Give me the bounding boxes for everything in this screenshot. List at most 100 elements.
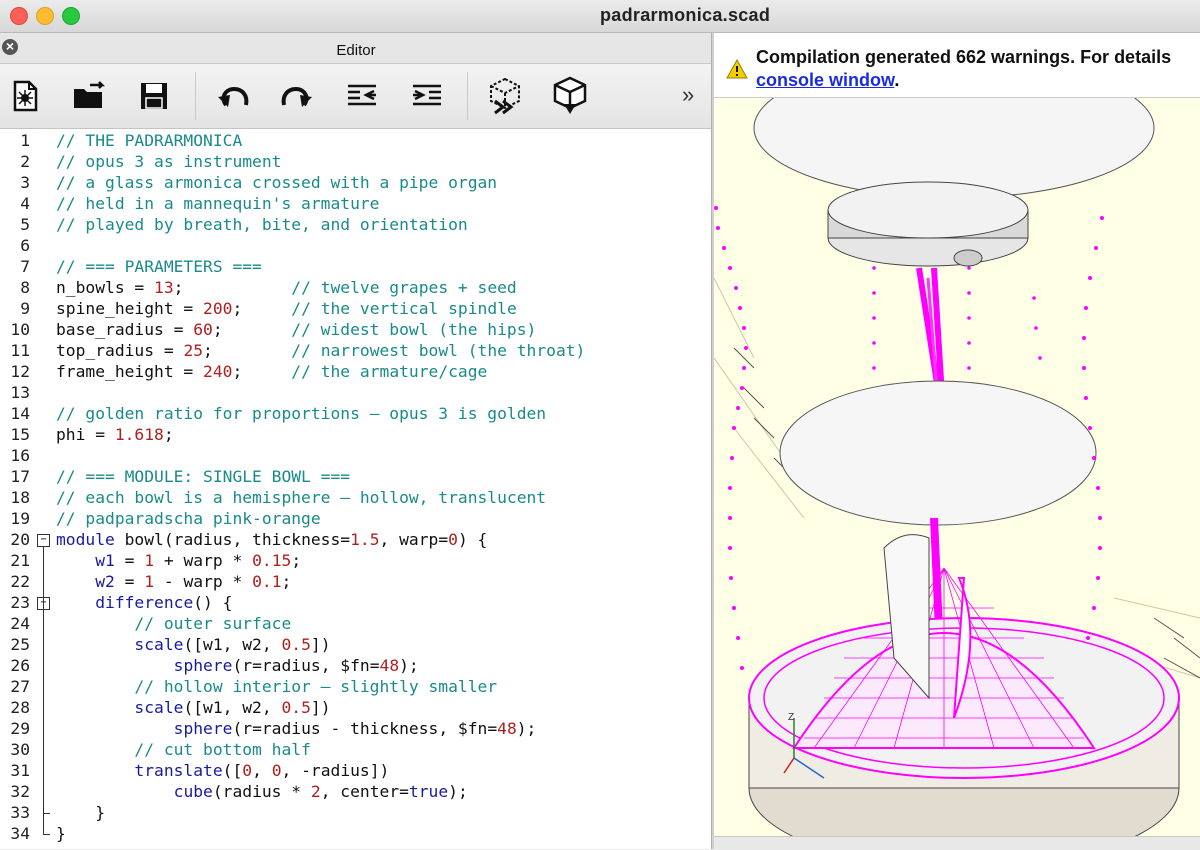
code-line: 13	[0, 382, 712, 403]
warning-suffix: .	[894, 70, 900, 90]
render-icon[interactable]	[550, 76, 590, 116]
line-number: 31	[10, 761, 30, 780]
line-number: 17	[10, 467, 30, 486]
code-line: 30 // cut bottom half	[0, 739, 712, 760]
toolbar-separator	[467, 72, 468, 120]
minimize-window-button[interactable]	[36, 7, 54, 25]
toolbar-overflow-button[interactable]: »	[682, 82, 694, 108]
close-window-button[interactable]	[10, 7, 28, 25]
toolbar-separator	[195, 72, 196, 120]
code-line: 25 scale([w1, w2, 0.5])	[0, 634, 712, 655]
line-number: 14	[10, 404, 30, 423]
line-number: 4	[20, 194, 30, 213]
code-line: 1// THE PADRARMONICA	[0, 130, 712, 151]
line-number: 19	[10, 509, 30, 528]
editor-header: × Editor	[0, 33, 712, 64]
redo-icon[interactable]	[277, 76, 317, 116]
line-number: 8	[20, 278, 30, 297]
code-line: 12 frame_height = 240; // the armature/ca…	[0, 361, 712, 382]
open-folder-icon[interactable]	[70, 76, 110, 116]
code-line: 23 difference() {	[0, 592, 712, 613]
fold-guide	[43, 592, 44, 834]
svg-text:Z: Z	[788, 712, 794, 723]
console-warning-panel: Compilation generated 662 warnings. For …	[714, 33, 1200, 98]
code-line: 11 top_radius = 25; // narrowest bowl (th…	[0, 340, 712, 361]
code-line: 26 sphere(r=radius, $fn=48);	[0, 655, 712, 676]
warning-icon	[726, 59, 748, 79]
code-line: 28 scale([w1, w2, 0.5])	[0, 697, 712, 718]
line-number: 22	[10, 572, 30, 591]
code-line: 20 module bowl(radius, thickness=1.5, war…	[0, 529, 712, 550]
code-line: 6	[0, 235, 712, 256]
code-line: 14// golden ratio for proportions — opus…	[0, 403, 712, 424]
line-number: 27	[10, 677, 30, 696]
line-number: 9	[20, 299, 30, 318]
maximize-window-button[interactable]	[62, 7, 80, 25]
line-number: 7	[20, 257, 30, 276]
code-line: 27 // hollow interior — slightly smaller	[0, 676, 712, 697]
code-line: 32 cube(radius * 2, center=true);	[0, 781, 712, 802]
line-number: 33	[10, 803, 30, 822]
editor-toolbar: »	[0, 64, 712, 129]
line-number: 12	[10, 362, 30, 381]
code-line: 29 sphere(r=radius - thickness, $fn=48);	[0, 718, 712, 739]
code-line: 5// played by breath, bite, and orientat…	[0, 214, 712, 235]
code-line: 4// held in a mannequin's armature	[0, 193, 712, 214]
fold-guide	[43, 813, 50, 814]
code-line: 3// a glass armonica crossed with a pipe…	[0, 172, 712, 193]
code-line: 22 w2 = 1 - warp * 0.1;	[0, 571, 712, 592]
code-line: 7// === PARAMETERS ===	[0, 256, 712, 277]
code-line: 9 spine_height = 200; // the vertical spi…	[0, 298, 712, 319]
line-number: 21	[10, 551, 30, 570]
model-render: Z	[714, 98, 1200, 849]
line-number: 18	[10, 488, 30, 507]
code-line: 24 // outer surface	[0, 613, 712, 634]
code-line: 18// each bowl is a hemisphere — hollow,…	[0, 487, 712, 508]
code-line: 8 n_bowls = 13; // twelve grapes + seed	[0, 277, 712, 298]
line-number: 16	[10, 446, 30, 465]
line-number: 20	[10, 530, 30, 549]
line-number: 25	[10, 635, 30, 654]
window-title: padrarmonica.scad	[600, 5, 771, 25]
code-line: 31 translate([0, 0, -radius])	[0, 760, 712, 781]
preview-icon[interactable]	[485, 76, 525, 116]
code-line: 34}	[0, 823, 712, 844]
save-icon[interactable]	[134, 76, 174, 116]
line-number: 2	[20, 152, 30, 171]
line-number: 34	[10, 824, 30, 843]
line-number: 6	[20, 236, 30, 255]
editor-title: Editor	[336, 42, 376, 59]
line-number: 26	[10, 656, 30, 675]
code-line: 15 phi = 1.618;	[0, 424, 712, 445]
code-line: 16	[0, 445, 712, 466]
line-number: 1	[20, 131, 30, 150]
fold-guide	[43, 834, 50, 835]
line-number: 3	[20, 173, 30, 192]
code-line: 10 base_radius = 60; // widest bowl (the …	[0, 319, 712, 340]
line-number: 11	[10, 341, 30, 360]
viewport-toolbar	[714, 836, 1200, 850]
line-number: 15	[10, 425, 30, 444]
line-number: 29	[10, 719, 30, 738]
code-line: 17// === MODULE: SINGLE BOWL ===	[0, 466, 712, 487]
3d-viewport[interactable]: Z	[714, 98, 1200, 849]
new-file-icon[interactable]	[5, 76, 45, 116]
code-editor[interactable]: 1// THE PADRARMONICA 2// opus 3 as instr…	[0, 129, 712, 849]
line-number: 24	[10, 614, 30, 633]
code-line: 33 }	[0, 802, 712, 823]
line-number: 13	[10, 383, 30, 402]
unindent-icon[interactable]	[342, 76, 382, 116]
fold-guide	[43, 547, 44, 592]
line-number: 5	[20, 215, 30, 234]
line-number: 10	[10, 320, 30, 339]
line-number: 32	[10, 782, 30, 801]
indent-icon[interactable]	[407, 76, 447, 116]
code-line: 2// opus 3 as instrument	[0, 151, 712, 172]
code-line: 19// padparadscha pink-orange	[0, 508, 712, 529]
line-number: 28	[10, 698, 30, 717]
undo-icon[interactable]	[213, 76, 253, 116]
fold-toggle-icon[interactable]: −	[37, 534, 50, 547]
line-number: 30	[10, 740, 30, 759]
window-titlebar: padrarmonica.scad	[0, 0, 1200, 33]
console-window-link[interactable]: console window	[756, 70, 894, 90]
